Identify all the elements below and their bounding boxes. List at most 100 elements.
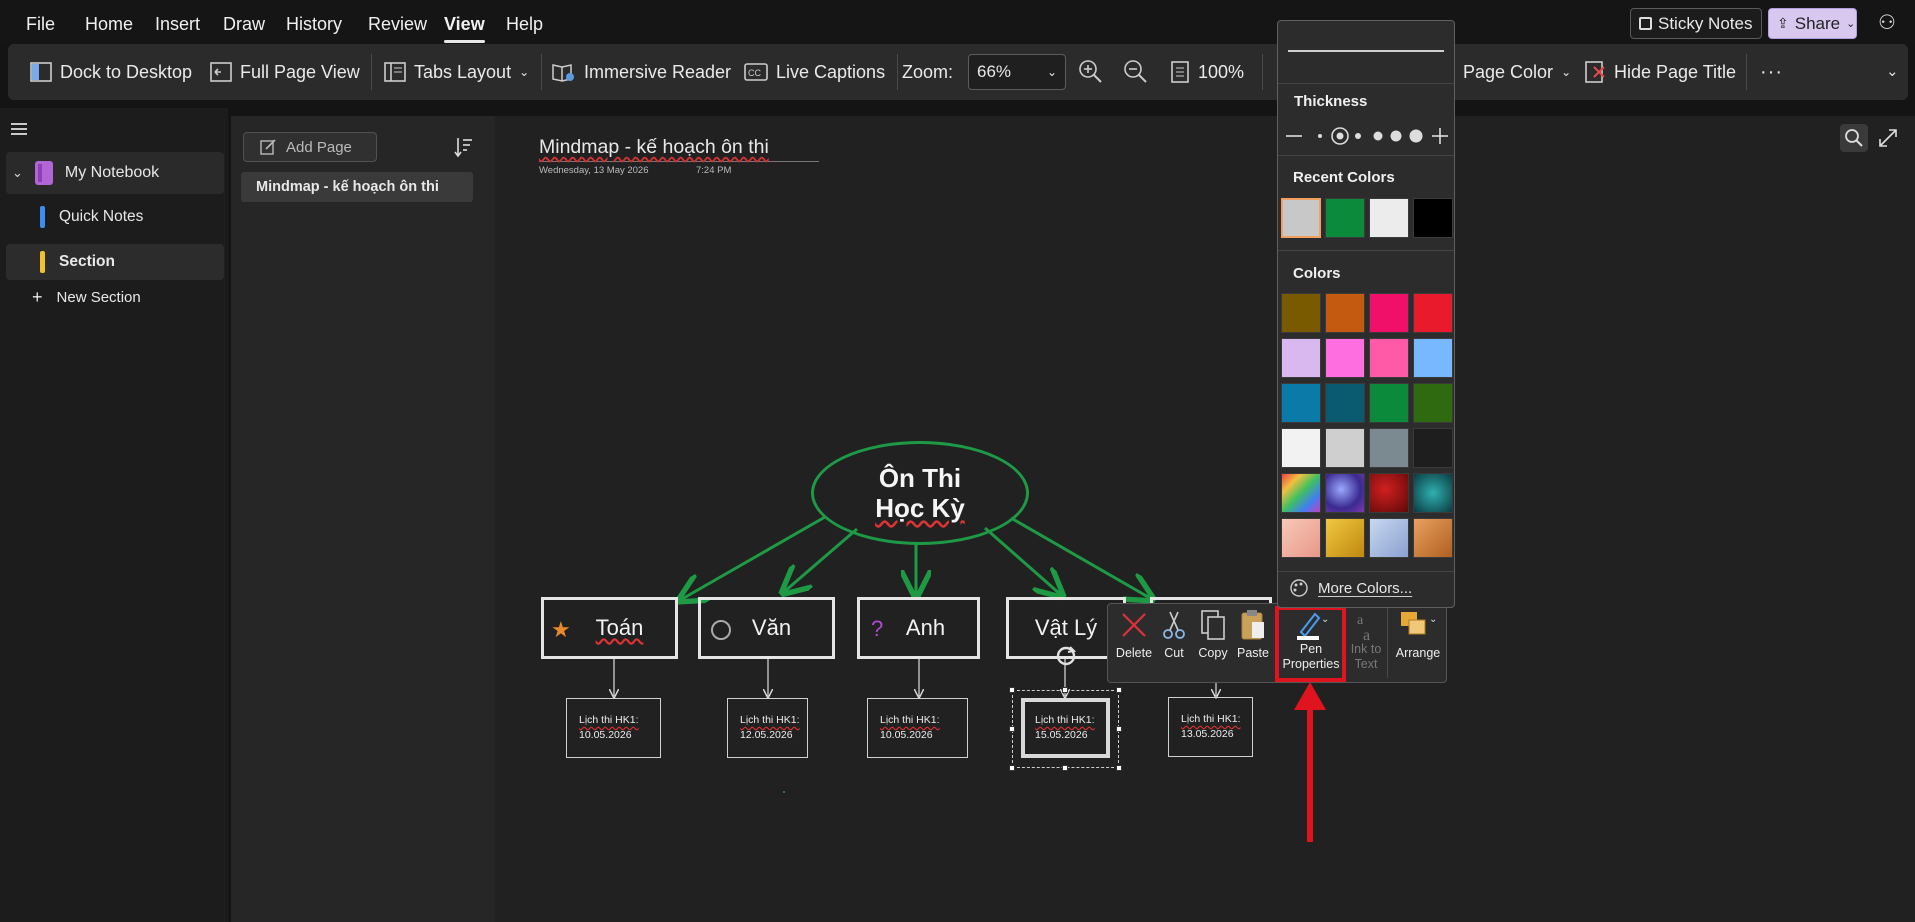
thickness-slider[interactable]: [1282, 125, 1452, 147]
hamburger-icon[interactable]: [11, 122, 27, 136]
rainbow-texture-swatch[interactable]: [1281, 473, 1321, 513]
more-options-button[interactable]: ···: [1760, 58, 1783, 86]
page-canvas[interactable]: Mindmap - kế hoạch ôn thi Wednesday, 13 …: [495, 116, 1915, 922]
recent-colors-heading: Recent Colors: [1293, 169, 1395, 186]
section-item-quick-notes[interactable]: Quick Notes: [6, 198, 224, 236]
bronze-texture-swatch[interactable]: [1413, 518, 1453, 558]
rotate-handle-icon[interactable]: [1053, 643, 1079, 669]
more-colors-button[interactable]: More Colors...: [1290, 579, 1412, 597]
resize-handle[interactable]: [1009, 765, 1015, 771]
immersive-reader-button[interactable]: Immersive Reader: [550, 58, 731, 86]
color-swatch[interactable]: [1413, 383, 1453, 423]
paste-button[interactable]: Paste: [1234, 608, 1272, 660]
exam-date-box[interactable]: Lịch thi HK1: 13.05.2026: [1168, 697, 1253, 757]
ocean-texture-swatch[interactable]: [1413, 473, 1453, 513]
color-swatch[interactable]: [1369, 383, 1409, 423]
color-swatch[interactable]: [1325, 338, 1365, 378]
menu-file[interactable]: File: [26, 14, 55, 35]
resize-handle[interactable]: [1116, 687, 1122, 693]
page-item-mindmap[interactable]: Mindmap - kế hoạch ôn thi: [241, 172, 473, 202]
question-icon: ?: [871, 616, 884, 641]
delete-button[interactable]: Delete: [1114, 608, 1154, 660]
mindmap-root[interactable]: Ôn Thi Học Kỳ: [811, 441, 1029, 545]
zoom-select[interactable]: 66% ⌄: [968, 54, 1066, 90]
recent-color-swatch[interactable]: [1325, 198, 1365, 238]
full-page-view-button[interactable]: Full Page View: [210, 58, 360, 86]
section-item-section[interactable]: Section: [6, 244, 224, 280]
dock-to-desktop-button[interactable]: Dock to Desktop: [30, 58, 192, 86]
color-swatch[interactable]: [1413, 293, 1453, 333]
mindmap-arrow: [682, 515, 826, 599]
sort-icon[interactable]: [454, 136, 474, 158]
color-swatch[interactable]: [1281, 338, 1321, 378]
add-page-button[interactable]: Add Page: [243, 132, 377, 162]
ribbon-divider: [371, 54, 372, 90]
menu-home[interactable]: Home: [85, 14, 133, 35]
stroke-preview: [1288, 50, 1444, 52]
resize-handle[interactable]: [1062, 765, 1068, 771]
color-swatch[interactable]: [1369, 428, 1409, 468]
exam-date-box[interactable]: Lịch thi HK1: 10.05.2026: [867, 698, 968, 758]
resize-handle[interactable]: [1062, 687, 1068, 693]
exam-date-box[interactable]: Lịch thi HK1: 12.05.2026: [727, 698, 808, 758]
zoom-out-icon[interactable]: [1123, 59, 1149, 85]
new-section-button[interactable]: + New Section: [6, 278, 224, 316]
zoom-in-icon[interactable]: [1078, 59, 1104, 85]
color-swatch[interactable]: [1281, 293, 1321, 333]
copy-button[interactable]: Copy: [1194, 608, 1232, 660]
exam-date-box[interactable]: Lịch thi HK1: 10.05.2026: [566, 698, 661, 758]
subject-node-toan[interactable]: ★ Toán: [541, 597, 678, 659]
recent-color-swatch[interactable]: [1413, 198, 1453, 238]
ink-to-text-button[interactable]: aa Ink to Text: [1348, 608, 1384, 672]
arrange-button[interactable]: ⌄ Arrange: [1390, 608, 1446, 660]
lava-texture-swatch[interactable]: [1369, 473, 1409, 513]
cut-button[interactable]: Cut: [1158, 608, 1190, 660]
feedback-icon[interactable]: ⚇: [1878, 10, 1896, 35]
resize-handle[interactable]: [1116, 765, 1122, 771]
menu-history[interactable]: History: [286, 14, 342, 35]
collapse-ribbon-icon[interactable]: ⌄: [1886, 62, 1899, 80]
color-swatch[interactable]: [1281, 383, 1321, 423]
color-swatch[interactable]: [1413, 338, 1453, 378]
hide-page-title-button[interactable]: Hide Page Title: [1584, 58, 1736, 86]
menu-insert[interactable]: Insert: [155, 14, 200, 35]
color-swatch[interactable]: [1325, 428, 1365, 468]
gold-texture-swatch[interactable]: [1325, 518, 1365, 558]
live-captions-button[interactable]: CC Live Captions: [744, 58, 885, 86]
color-swatch[interactable]: [1413, 428, 1453, 468]
recent-color-swatch[interactable]: [1369, 198, 1409, 238]
resize-handle[interactable]: [1116, 726, 1122, 732]
galaxy-texture-swatch[interactable]: [1325, 473, 1365, 513]
ink-dot: [783, 791, 785, 793]
menu-draw[interactable]: Draw: [223, 14, 265, 35]
section-tab-icon: [40, 251, 45, 273]
ribbon-divider: [897, 54, 898, 90]
red-arrow: [1294, 682, 1326, 842]
color-swatch[interactable]: [1369, 293, 1409, 333]
silver-texture-swatch[interactable]: [1369, 518, 1409, 558]
page-color-button[interactable]: Page Color ⌄: [1463, 58, 1571, 86]
resize-handle[interactable]: [1009, 726, 1015, 732]
subject-node-van[interactable]: Văn: [698, 597, 835, 659]
menu-view[interactable]: View: [444, 14, 485, 43]
color-swatch[interactable]: [1281, 428, 1321, 468]
notebook-item[interactable]: ⌄ My Notebook: [6, 152, 224, 194]
subject-node-anh[interactable]: ? Anh: [857, 597, 980, 659]
menu-help[interactable]: Help: [506, 14, 543, 35]
rose-gold-texture-swatch[interactable]: [1281, 518, 1321, 558]
mindmap-connectors: [495, 515, 1915, 793]
toolbar-divider: [1387, 608, 1388, 678]
recent-color-swatch[interactable]: [1281, 198, 1321, 238]
color-swatch[interactable]: [1325, 293, 1365, 333]
menu-review[interactable]: Review: [368, 14, 427, 35]
svg-text:⌄: ⌄: [1429, 614, 1437, 625]
resize-handle[interactable]: [1009, 687, 1015, 693]
zoom-100-button[interactable]: 100%: [1170, 58, 1244, 86]
sticky-notes-button[interactable]: Sticky Notes: [1630, 8, 1762, 39]
color-swatch[interactable]: [1369, 338, 1409, 378]
share-button[interactable]: ⇪ Share ⌄: [1768, 8, 1857, 39]
exam-date-box-selected[interactable]: Lịch thi HK1: 15.05.2026: [1021, 698, 1110, 758]
color-swatch[interactable]: [1325, 383, 1365, 423]
popup-divider: [1278, 83, 1454, 84]
tabs-layout-button[interactable]: Tabs Layout ⌄: [384, 58, 529, 86]
